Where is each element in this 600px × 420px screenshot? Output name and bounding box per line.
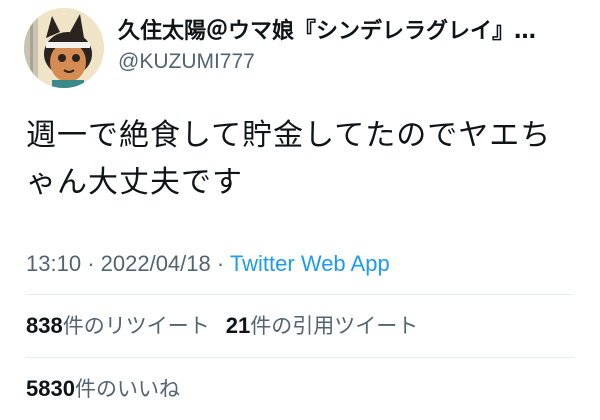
avatar-illustration-icon — [24, 8, 104, 88]
tweet-meta: 13:10 · 2022/04/18 · Twitter Web App — [26, 250, 390, 278]
divider — [26, 357, 574, 358]
likes-label: 件のいいね — [74, 377, 180, 401]
quotes-stat[interactable]: 21件の引用ツイート — [225, 313, 419, 338]
retweets-label: 件のリツイート — [62, 314, 210, 338]
tweet-date[interactable]: 2022/04/18 — [101, 251, 211, 276]
tweet-text: 週一で絶食して貯金してたのでヤエち ゃん大丈夫です — [26, 112, 576, 206]
author-display-name[interactable]: 久住太陽＠ウマ娘『シンデレラグレイ』単… — [118, 18, 548, 46]
meta-separator: · — [216, 251, 225, 276]
tweet-text-line: ゃん大丈夫です — [26, 165, 243, 200]
meta-separator: · — [87, 251, 95, 276]
likes-count: 5830 — [26, 376, 75, 401]
divider — [26, 294, 574, 295]
retweets-count: 838 — [26, 313, 63, 338]
tweet-text-line: 週一で絶食して貯金してたのでヤエち — [26, 118, 552, 153]
retweets-stat[interactable]: 838件のリツイート — [26, 313, 210, 338]
tweet-source-link[interactable]: Twitter Web App — [230, 251, 390, 276]
quotes-label: 件の引用ツイート — [250, 314, 419, 338]
avatar[interactable] — [24, 8, 104, 88]
likes-stat[interactable]: 5830件のいいね — [26, 376, 180, 401]
likes-stats-row: 5830件のいいね — [26, 375, 180, 403]
engagement-stats-row: 838件のリツイート 21件の引用ツイート — [26, 312, 418, 340]
author-handle[interactable]: @KUZUMI777 — [118, 48, 255, 76]
quotes-count: 21 — [225, 313, 251, 338]
tweet-detail: 久住太陽＠ウマ娘『シンデレラグレイ』単… @KUZUMI777 週一で絶食して貯… — [0, 0, 600, 420]
tweet-time[interactable]: 13:10 — [26, 251, 81, 276]
